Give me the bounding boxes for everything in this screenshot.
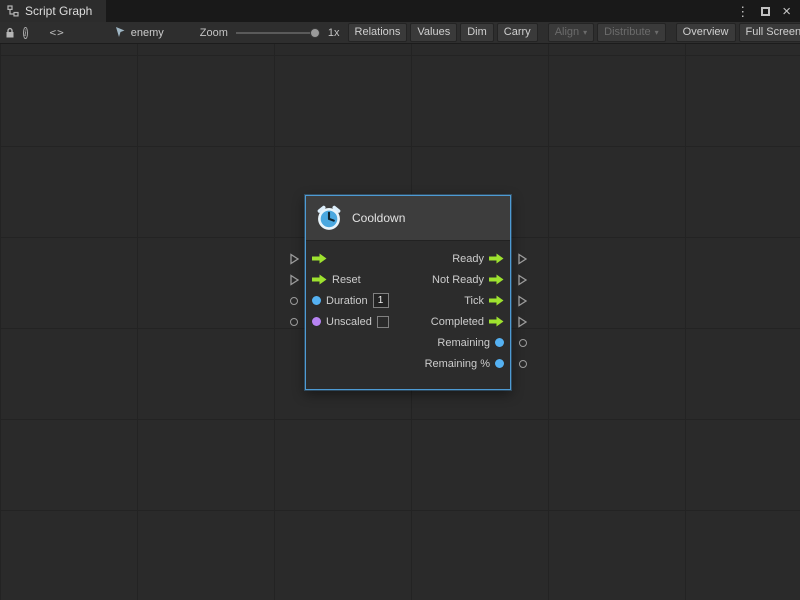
code-icon[interactable]: <> bbox=[50, 26, 65, 39]
full-screen-button[interactable]: Full Screen bbox=[739, 23, 800, 42]
port-ready[interactable]: Ready bbox=[452, 253, 504, 265]
button-label: Full Screen bbox=[746, 27, 800, 38]
float-port-icon bbox=[495, 338, 504, 347]
cooldown-node[interactable]: Cooldown Ready bbox=[305, 195, 511, 390]
toolbar-buttons: Relations Values Dim Carry Align ▾ Distri… bbox=[348, 23, 800, 42]
flow-arrow-icon bbox=[489, 274, 504, 285]
value-connector-icon[interactable] bbox=[519, 360, 527, 368]
menu-icon[interactable]: ⋮ bbox=[736, 5, 749, 18]
relations-button[interactable]: Relations bbox=[348, 23, 408, 42]
port-label: Reset bbox=[332, 274, 361, 286]
button-label: Distribute bbox=[604, 27, 650, 38]
port-row: Ready bbox=[306, 248, 510, 269]
flow-arrow-icon bbox=[312, 274, 327, 285]
carry-button[interactable]: Carry bbox=[497, 23, 538, 42]
node-title: Cooldown bbox=[352, 211, 405, 225]
flow-connector-icon[interactable] bbox=[518, 295, 527, 306]
duration-input[interactable]: 1 bbox=[373, 293, 389, 308]
port-row: Reset Not Ready bbox=[306, 269, 510, 290]
float-port-icon bbox=[312, 296, 321, 305]
port-label: Remaining % bbox=[425, 358, 490, 370]
port-completed[interactable]: Completed bbox=[431, 316, 504, 328]
info-icon[interactable]: i bbox=[23, 27, 28, 39]
maximize-icon[interactable] bbox=[761, 7, 770, 16]
port-row: Remaining bbox=[306, 332, 510, 353]
port-not-ready[interactable]: Not Ready bbox=[432, 274, 504, 286]
flow-arrow-icon bbox=[489, 295, 504, 306]
button-label: Align bbox=[555, 27, 579, 38]
port-label: Duration bbox=[326, 295, 368, 307]
button-label: Overview bbox=[683, 27, 729, 38]
graph-toolbar: i <> enemy Zoom 1x Relations Values Dim … bbox=[0, 22, 800, 44]
port-remaining[interactable]: Remaining bbox=[437, 337, 504, 349]
port-remaining-percent[interactable]: Remaining % bbox=[425, 358, 504, 370]
titlebar: Script Graph ⋮ × bbox=[0, 0, 800, 22]
distribute-button[interactable]: Distribute ▾ bbox=[597, 23, 665, 42]
alarm-clock-icon bbox=[315, 204, 343, 232]
port-unscaled[interactable]: Unscaled bbox=[312, 316, 389, 328]
align-button[interactable]: Align ▾ bbox=[548, 23, 594, 42]
port-enter[interactable] bbox=[312, 253, 327, 264]
graph-icon bbox=[7, 5, 19, 17]
value-connector-icon[interactable] bbox=[290, 297, 298, 305]
button-label: Values bbox=[417, 27, 450, 38]
port-label: Completed bbox=[431, 316, 484, 328]
pointer-icon bbox=[115, 27, 126, 38]
script-graph-window: Script Graph ⋮ × i <> enemy Zoom bbox=[0, 0, 800, 600]
zoom-control: Zoom 1x bbox=[200, 27, 340, 39]
port-row: Unscaled Completed bbox=[306, 311, 510, 332]
chevron-down-icon: ▾ bbox=[655, 29, 659, 37]
values-button[interactable]: Values bbox=[410, 23, 457, 42]
zoom-slider-handle[interactable] bbox=[310, 28, 320, 38]
unscaled-checkbox[interactable] bbox=[377, 316, 389, 328]
graph-name: enemy bbox=[131, 27, 164, 39]
port-label: Ready bbox=[452, 253, 484, 265]
dim-button[interactable]: Dim bbox=[460, 23, 494, 42]
node-body: Ready Reset Not Ready bbox=[306, 241, 510, 389]
port-reset[interactable]: Reset bbox=[312, 274, 361, 286]
float-port-icon bbox=[495, 359, 504, 368]
port-label: Tick bbox=[464, 295, 484, 307]
value-connector-icon[interactable] bbox=[290, 318, 298, 326]
tab-label: Script Graph bbox=[25, 4, 92, 18]
flow-connector-icon[interactable] bbox=[518, 274, 527, 285]
port-row: Remaining % bbox=[306, 353, 510, 374]
button-label: Relations bbox=[355, 27, 401, 38]
close-icon[interactable]: × bbox=[782, 4, 791, 19]
overview-button[interactable]: Overview bbox=[676, 23, 736, 42]
port-tick[interactable]: Tick bbox=[464, 295, 504, 307]
node-header: Cooldown bbox=[306, 196, 510, 241]
flow-arrow-icon bbox=[489, 316, 504, 327]
flow-connector-icon[interactable] bbox=[290, 253, 299, 264]
value-connector-icon[interactable] bbox=[519, 339, 527, 347]
flow-arrow-icon bbox=[489, 253, 504, 264]
graph-canvas[interactable]: Cooldown Ready bbox=[0, 44, 800, 600]
port-duration[interactable]: Duration 1 bbox=[312, 293, 389, 308]
zoom-value: 1x bbox=[328, 27, 340, 39]
lock-icon[interactable] bbox=[5, 27, 15, 39]
chevron-down-icon: ▾ bbox=[583, 29, 587, 37]
flow-connector-icon[interactable] bbox=[290, 274, 299, 285]
tab-script-graph[interactable]: Script Graph bbox=[0, 0, 106, 22]
button-label: Dim bbox=[467, 27, 487, 38]
port-label: Remaining bbox=[437, 337, 490, 349]
zoom-slider-track bbox=[236, 32, 320, 34]
flow-connector-icon[interactable] bbox=[518, 253, 527, 264]
flow-connector-icon[interactable] bbox=[518, 316, 527, 327]
port-row: Duration 1 Tick bbox=[306, 290, 510, 311]
flow-arrow-icon bbox=[312, 253, 327, 264]
bool-port-icon bbox=[312, 317, 321, 326]
button-label: Carry bbox=[504, 27, 531, 38]
zoom-slider[interactable] bbox=[236, 27, 320, 39]
port-label: Not Ready bbox=[432, 274, 484, 286]
window-controls: ⋮ × bbox=[736, 0, 800, 22]
zoom-label: Zoom bbox=[200, 27, 228, 39]
port-label: Unscaled bbox=[326, 316, 372, 328]
graph-reference[interactable]: enemy bbox=[115, 27, 164, 39]
